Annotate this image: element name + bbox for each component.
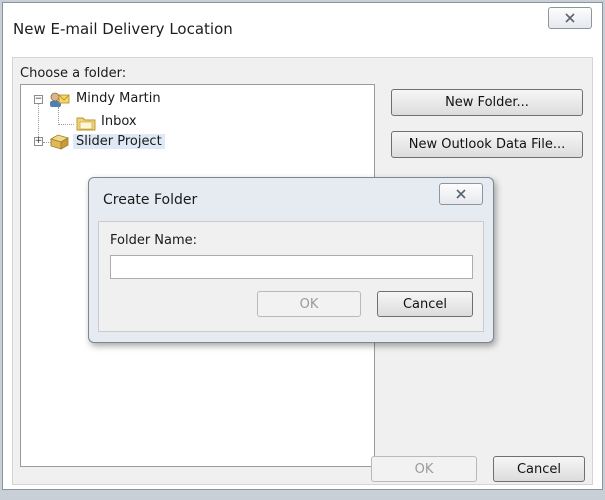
tree-item-slider-project[interactable]: Slider Project xyxy=(73,134,165,149)
folder-name-label: Folder Name: xyxy=(110,233,198,248)
close-button[interactable] xyxy=(548,7,592,29)
create-folder-cancel-button[interactable]: Cancel xyxy=(377,291,473,317)
tree-connector xyxy=(38,102,39,137)
ok-button[interactable]: OK xyxy=(371,456,477,482)
inbox-folder-icon xyxy=(76,117,96,131)
tree-connector xyxy=(58,124,74,125)
create-folder-dialog: Create Folder Folder Name: OK Cancel xyxy=(88,177,494,343)
collapse-toggle[interactable]: − xyxy=(34,95,43,104)
data-file-icon xyxy=(49,134,70,150)
dialog-title: New E-mail Delivery Location xyxy=(13,20,233,38)
tree-connector xyxy=(58,107,59,125)
new-folder-button[interactable]: New Folder... xyxy=(391,89,583,116)
close-icon xyxy=(565,13,575,23)
create-folder-title: Create Folder xyxy=(103,192,198,208)
tree-item-inbox[interactable]: Inbox xyxy=(101,114,137,129)
title-bar: New E-mail Delivery Location xyxy=(3,3,602,53)
close-icon xyxy=(456,189,466,199)
folder-name-input[interactable] xyxy=(110,255,473,279)
choose-folder-label: Choose a folder: xyxy=(20,66,127,81)
create-folder-ok-button[interactable]: OK xyxy=(257,291,361,317)
cancel-button[interactable]: Cancel xyxy=(493,456,585,482)
tree-item-mindy-martin[interactable]: Mindy Martin xyxy=(76,91,161,106)
new-outlook-data-file-button[interactable]: New Outlook Data File... xyxy=(391,131,583,158)
create-folder-close-button[interactable] xyxy=(439,183,483,205)
create-folder-body: Folder Name: OK Cancel xyxy=(98,221,484,332)
mailbox-account-icon xyxy=(50,92,70,107)
expand-toggle[interactable]: + xyxy=(34,137,43,146)
